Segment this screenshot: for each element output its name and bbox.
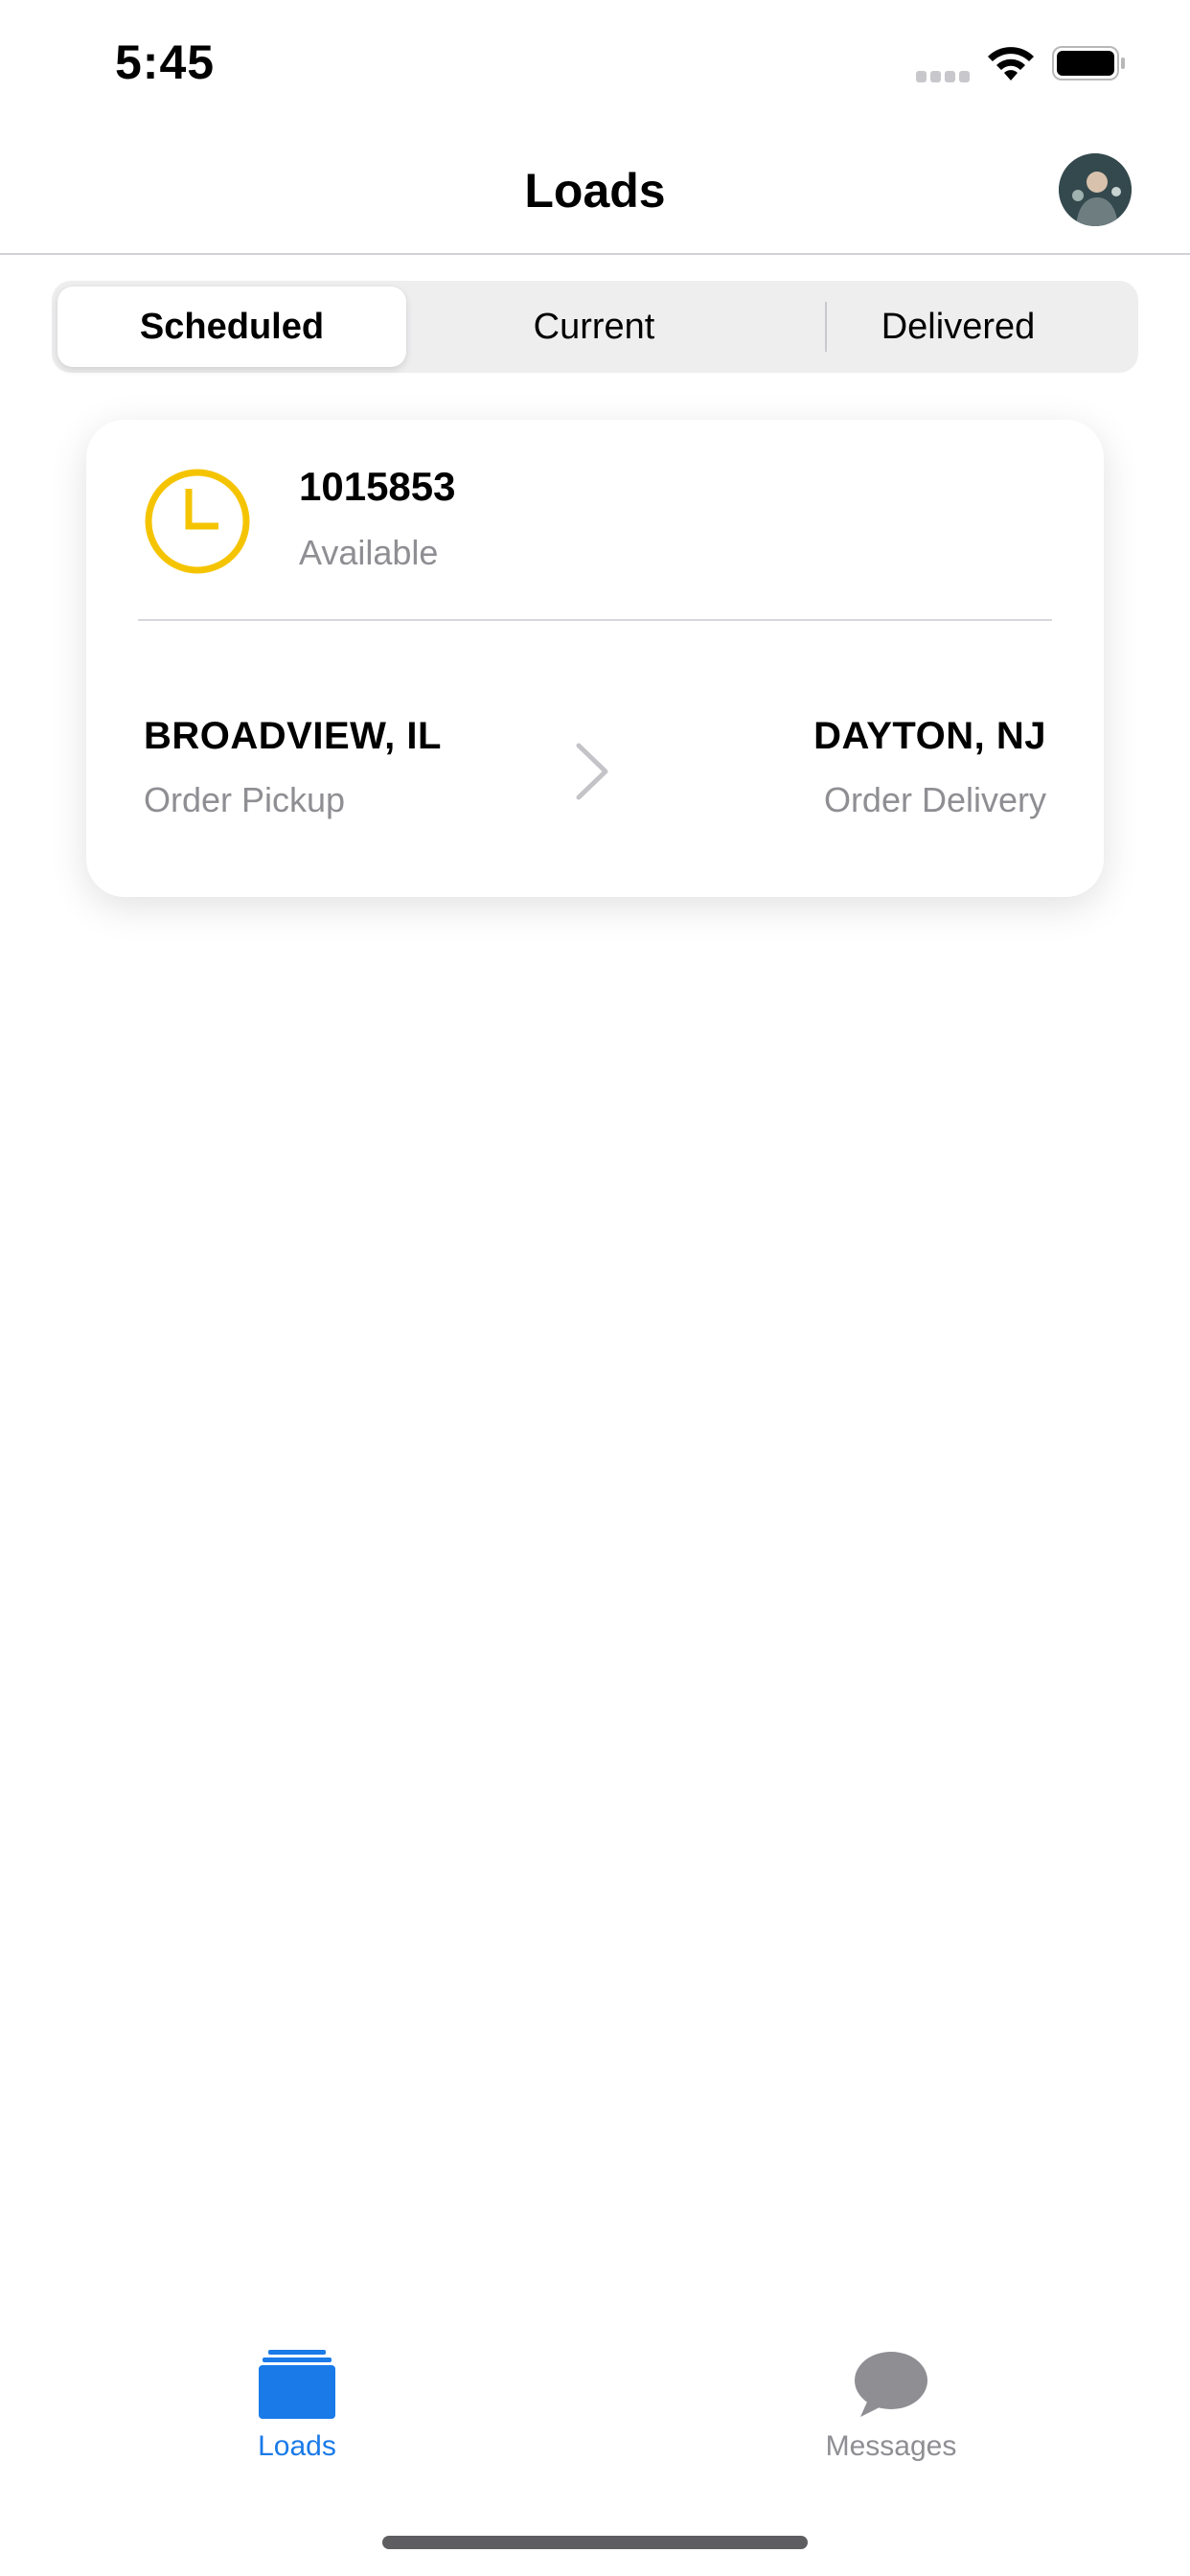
navigation-bar: Loads: [0, 125, 1190, 255]
load-status-segmented-control: Scheduled Current Delivered: [52, 281, 1138, 373]
tab-bar: Loads Messages: [0, 2329, 1190, 2520]
segment-delivered[interactable]: Delivered: [784, 287, 1133, 367]
status-time: 5:45: [115, 35, 216, 89]
load-status: Available: [299, 533, 439, 572]
destination-label: Order Delivery: [823, 780, 1046, 819]
load-card[interactable]: 1015853 Available BROADVIEW, IL Order Pi…: [86, 420, 1104, 897]
home-indicator: [382, 2536, 808, 2549]
cellular-signal-icon: [916, 71, 970, 82]
segment-scheduled[interactable]: Scheduled: [57, 287, 406, 367]
tab-loads[interactable]: Loads: [201, 2348, 393, 2492]
card-divider: [138, 619, 1052, 621]
chevron-right-icon: [576, 743, 608, 800]
tab-messages-label: Messages: [825, 2430, 957, 2462]
wifi-icon: [988, 47, 1034, 80]
avatar[interactable]: [1059, 153, 1132, 226]
origin-label: Order Pickup: [144, 780, 346, 819]
tab-loads-label: Loads: [258, 2430, 336, 2462]
profile-photo-icon: [1059, 153, 1132, 226]
segment-current[interactable]: Current: [420, 287, 768, 367]
page-title: Loads: [524, 164, 666, 218]
destination-city: DAYTON, NJ: [813, 715, 1046, 757]
chat-bubble-icon: [855, 2352, 927, 2417]
clock-icon: [145, 469, 250, 574]
battery-icon: [1052, 46, 1125, 80]
origin-city: BROADVIEW, IL: [144, 715, 442, 757]
load-number: 1015853: [299, 464, 456, 509]
tab-messages[interactable]: Messages: [795, 2348, 987, 2492]
status-bar: 5:45: [0, 0, 1190, 125]
stack-icon: [259, 2350, 335, 2419]
